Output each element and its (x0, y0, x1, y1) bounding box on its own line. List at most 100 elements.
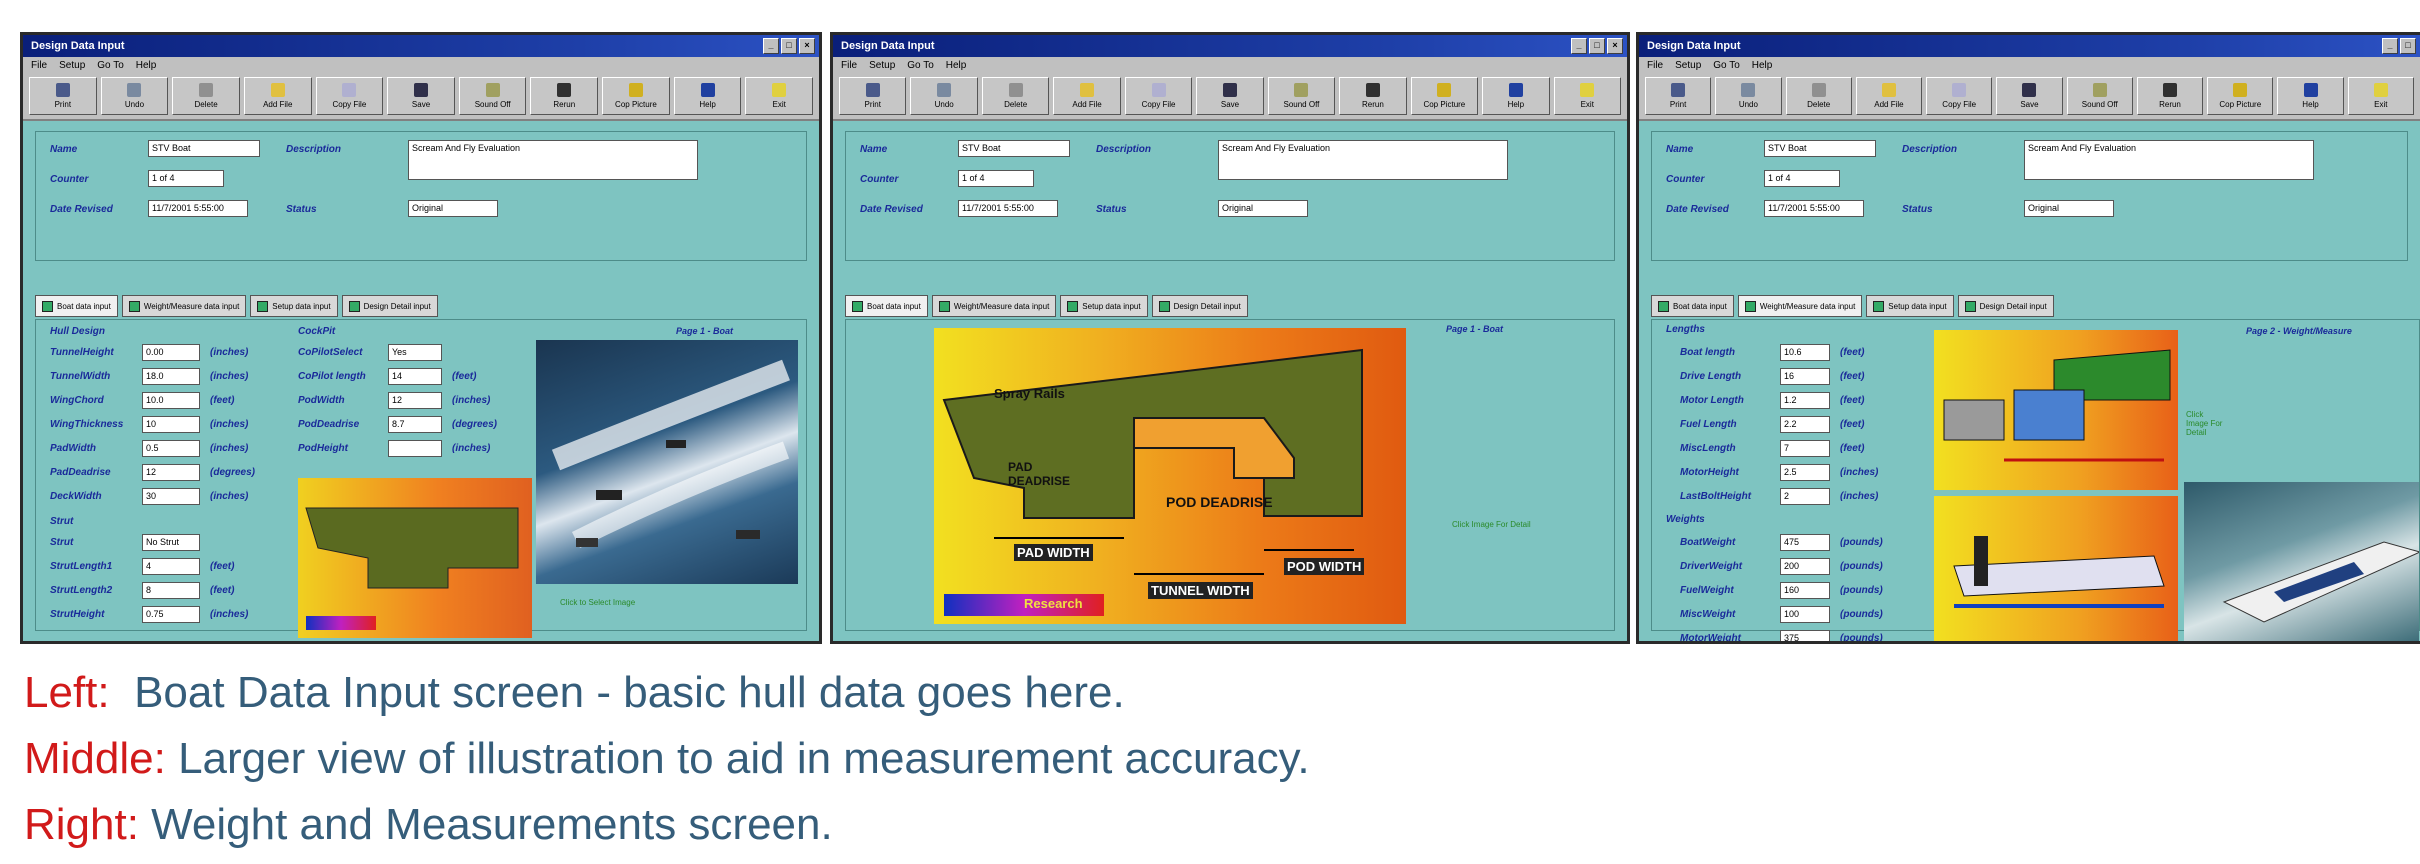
description-field[interactable]: Scream And Fly Evaluation (1218, 140, 1508, 180)
help-button[interactable]: Help (673, 77, 742, 115)
sound-off-button[interactable]: Sound Off (458, 77, 527, 115)
value-field[interactable]: 18.0 (142, 368, 200, 385)
copy-picture-button[interactable]: Cop Picture (2207, 77, 2274, 115)
menu-goto[interactable]: Go To (97, 60, 124, 71)
counter-field[interactable]: 1 of 4 (1764, 170, 1840, 187)
menu-file[interactable]: File (31, 60, 47, 71)
value-field[interactable]: 10 (142, 416, 200, 433)
delete-button[interactable]: Delete (172, 77, 240, 115)
name-field[interactable]: STV Boat (148, 140, 260, 157)
copy-file-button[interactable]: Copy File (1926, 77, 1993, 115)
value-field[interactable]: 200 (1780, 558, 1830, 575)
help-button[interactable]: Help (1482, 77, 1550, 115)
rerun-button[interactable]: Rerun (2136, 77, 2204, 115)
exit-button[interactable]: Exit (2347, 77, 2414, 115)
status-field[interactable]: Original (408, 200, 498, 217)
minimize-button[interactable]: _ (763, 38, 779, 54)
status-field[interactable]: Original (1218, 200, 1308, 217)
tab-weight-measure[interactable]: Weight/Measure data input (931, 295, 1057, 317)
menu-file[interactable]: File (1647, 60, 1663, 71)
value-field[interactable]: 10.6 (1780, 344, 1830, 361)
tab-setup[interactable]: Setup data input (1866, 295, 1954, 317)
tab-setup[interactable]: Setup data input (250, 295, 338, 317)
menu-file[interactable]: File (841, 60, 857, 71)
hull-diagram-thumbnail[interactable] (298, 478, 532, 638)
weight-diagram-top[interactable] (1934, 330, 2178, 490)
menu-goto[interactable]: Go To (907, 60, 934, 71)
copy-picture-button[interactable]: Cop Picture (1410, 77, 1479, 115)
value-field[interactable]: 12 (388, 392, 442, 409)
menu-setup[interactable]: Setup (869, 60, 895, 71)
tab-design-detail[interactable]: Design Detail input (341, 295, 438, 317)
value-field[interactable]: Yes (388, 344, 442, 361)
description-field[interactable]: Scream And Fly Evaluation (408, 140, 698, 180)
boat-racing-photo[interactable] (536, 340, 798, 584)
value-field[interactable]: 475 (1780, 534, 1830, 551)
value-field[interactable]: 160 (1780, 582, 1830, 599)
value-field[interactable]: 0.5 (142, 440, 200, 457)
print-button[interactable]: Print (29, 77, 97, 115)
sound-off-button[interactable]: Sound Off (1267, 77, 1336, 115)
rerun-button[interactable]: Rerun (530, 77, 599, 115)
maximize-button[interactable]: □ (781, 38, 797, 54)
delete-button[interactable]: Delete (981, 77, 1050, 115)
delete-button[interactable]: Delete (1785, 77, 1852, 115)
value-field[interactable]: 4 (142, 558, 200, 575)
value-field[interactable]: 10.0 (142, 392, 200, 409)
maximize-button[interactable]: □ (2400, 38, 2416, 54)
tab-setup[interactable]: Setup data input (1060, 295, 1148, 317)
value-field[interactable]: 2.2 (1780, 416, 1830, 433)
tab-boat-data[interactable]: Boat data input (35, 295, 118, 317)
hull-diagram-large[interactable]: Spray Rails PAD DEADRISE POD DEADRISE PA… (934, 328, 1406, 624)
value-field[interactable]: 2 (1780, 488, 1830, 505)
tab-design-detail[interactable]: Design Detail input (1151, 295, 1248, 317)
value-field[interactable]: 2.5 (1780, 464, 1830, 481)
value-field[interactable]: 14 (388, 368, 442, 385)
value-field[interactable]: 1.2 (1780, 392, 1830, 409)
tab-design-detail[interactable]: Design Detail input (1957, 295, 2054, 317)
counter-field[interactable]: 1 of 4 (958, 170, 1034, 187)
date-revised-field[interactable]: 11/7/2001 5:55:00 (958, 200, 1058, 217)
rerun-button[interactable]: Rerun (1339, 77, 1407, 115)
undo-button[interactable]: Undo (910, 77, 978, 115)
value-field[interactable]: 8 (142, 582, 200, 599)
copy-picture-button[interactable]: Cop Picture (602, 77, 670, 115)
date-revised-field[interactable]: 11/7/2001 5:55:00 (1764, 200, 1864, 217)
save-button[interactable]: Save (387, 77, 455, 115)
add-file-button[interactable]: Add File (243, 77, 312, 115)
menu-setup[interactable]: Setup (1675, 60, 1701, 71)
save-button[interactable]: Save (1996, 77, 2063, 115)
add-file-button[interactable]: Add File (1855, 77, 1923, 115)
value-field[interactable]: 375 (1780, 630, 1830, 641)
status-field[interactable]: Original (2024, 200, 2114, 217)
exit-button[interactable]: Exit (1553, 77, 1621, 115)
tab-weight-measure[interactable]: Weight/Measure data input (1737, 295, 1863, 317)
value-field[interactable]: 0.00 (142, 344, 200, 361)
counter-field[interactable]: 1 of 4 (148, 170, 224, 187)
title-bar[interactable]: Design Data Input _ □ × (833, 35, 1627, 57)
close-button[interactable]: × (799, 38, 815, 54)
name-field[interactable]: STV Boat (1764, 140, 1876, 157)
undo-button[interactable]: Undo (100, 77, 169, 115)
value-field[interactable]: 0.75 (142, 606, 200, 623)
value-field[interactable]: 100 (1780, 606, 1830, 623)
value-field[interactable]: 7 (1780, 440, 1830, 457)
title-bar[interactable]: Design Data Input _ □ (1639, 35, 2420, 57)
menu-goto[interactable]: Go To (1713, 60, 1740, 71)
date-revised-field[interactable]: 11/7/2001 5:55:00 (148, 200, 248, 217)
racing-boat-photo[interactable] (2184, 482, 2419, 641)
value-field[interactable]: 30 (142, 488, 200, 505)
menu-help[interactable]: Help (1752, 60, 1773, 71)
minimize-button[interactable]: _ (2382, 38, 2398, 54)
value-field[interactable] (388, 440, 442, 457)
value-field[interactable]: 12 (142, 464, 200, 481)
minimize-button[interactable]: _ (1571, 38, 1587, 54)
undo-button[interactable]: Undo (1715, 77, 1782, 115)
tab-boat-data[interactable]: Boat data input (845, 295, 928, 317)
value-field[interactable]: 16 (1780, 368, 1830, 385)
value-field[interactable]: 8.7 (388, 416, 442, 433)
menu-help[interactable]: Help (136, 60, 157, 71)
tab-weight-measure[interactable]: Weight/Measure data input (121, 295, 247, 317)
add-file-button[interactable]: Add File (1053, 77, 1121, 115)
close-button[interactable]: × (1607, 38, 1623, 54)
